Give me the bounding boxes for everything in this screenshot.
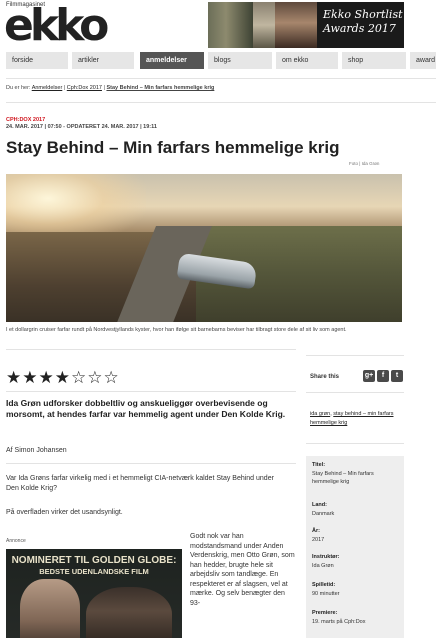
ad-label: Annonce bbox=[6, 538, 26, 544]
divider bbox=[6, 102, 436, 103]
twitter-icon[interactable]: t bbox=[391, 370, 403, 382]
ad-photo-person bbox=[20, 579, 80, 638]
nav-item-award[interactable]: award bbox=[410, 52, 436, 69]
fact-label: Titel: bbox=[312, 462, 326, 468]
article-dateline: 24. MAR. 2017 | 07:50 - OPDATERET 24. MA… bbox=[6, 124, 157, 130]
divider bbox=[6, 349, 296, 350]
article-lead: Ida Grøn udforsker dobbeltliv og anskuel… bbox=[6, 398, 286, 419]
banner-photo-mask bbox=[275, 2, 317, 48]
breadcrumb-separator: | bbox=[63, 85, 66, 91]
google-plus-icon[interactable]: g+ bbox=[363, 370, 375, 382]
advertisement[interactable]: NOMINERET TIL GOLDEN GLOBE: BEDSTE UDENL… bbox=[6, 549, 182, 638]
ad-photo-person bbox=[86, 587, 172, 638]
article-paragraph: Godt nok var han modstandsmand under And… bbox=[190, 533, 295, 607]
article-author: Af Simon Johansen bbox=[6, 447, 67, 454]
fact-value: Danmark bbox=[312, 511, 335, 517]
fact-label: Spilletid: bbox=[312, 582, 336, 588]
fact-label: År: bbox=[312, 528, 320, 534]
breadcrumb-cphdox[interactable]: Cph:Dox 2017 bbox=[67, 85, 102, 91]
nav-item-artikler[interactable]: artikler bbox=[72, 52, 134, 69]
film-facts-box: Titel: Stay Behind – Min farfars hemmeli… bbox=[306, 456, 404, 638]
breadcrumb: Du er her: Anmeldelser | Cph:Dox 2017 | … bbox=[6, 85, 214, 91]
divider bbox=[6, 391, 296, 392]
article-title: Stay Behind – Min farfars hemmelige krig bbox=[6, 138, 340, 157]
article-paragraph: På overfladen virker det usandsynligt. bbox=[6, 509, 123, 516]
breadcrumb-anmeldelser[interactable]: Anmeldelser bbox=[32, 85, 63, 91]
logo-wordmark: ekko bbox=[4, 0, 109, 51]
share-label: Share this bbox=[310, 374, 340, 380]
fact-value: 19. marts på Cph:Dox bbox=[312, 619, 366, 625]
fact-value: Stay Behind – Min farfars hemmelige krig bbox=[312, 471, 374, 485]
facebook-icon[interactable]: f bbox=[377, 370, 389, 382]
breadcrumb-current[interactable]: Stay Behind – Min farfars hemmelige krig bbox=[106, 85, 214, 91]
fact-label: Instruktør: bbox=[312, 554, 340, 560]
banner-title: Ekko Shortlist Awards 2017 bbox=[323, 8, 403, 35]
ad-subline: BEDSTE UDENLANDSKE FILM bbox=[39, 567, 149, 576]
main-nav: forside artikler anmeldelser blogs om ek… bbox=[0, 52, 436, 69]
fact-label: Premiere: bbox=[312, 610, 338, 616]
photo-credit: Foto | Ida Grøn bbox=[349, 161, 380, 166]
ad-headline: NOMINERET TIL GOLDEN GLOBE: bbox=[11, 555, 177, 566]
photo-caption: I et dollargrin cruiser farfar rundt på … bbox=[6, 327, 347, 333]
fact-label: Land: bbox=[312, 502, 327, 508]
divider bbox=[306, 355, 404, 356]
nav-item-anmeldelser[interactable]: anmeldelser bbox=[140, 52, 204, 69]
nav-item-om-ekko[interactable]: om ekko bbox=[276, 52, 338, 69]
site-header: Filmmagasinet ekko Ekko Shortlist Awards… bbox=[0, 0, 436, 48]
shortlist-awards-banner[interactable]: Ekko Shortlist Awards 2017 bbox=[208, 2, 404, 48]
fact-value: 2017 bbox=[312, 537, 325, 543]
ekko-logo[interactable]: Filmmagasinet ekko bbox=[4, 0, 128, 51]
divider bbox=[6, 463, 296, 464]
article-paragraph: Var Ida Grøns farfar virkelig med i et h… bbox=[6, 475, 274, 492]
tag-list: ida grøn, stay behind – min farfars hemm… bbox=[310, 411, 394, 426]
divider bbox=[6, 78, 436, 79]
star-rating: ★★★★☆☆☆ bbox=[6, 368, 120, 387]
divider bbox=[306, 443, 404, 444]
divider bbox=[306, 392, 404, 393]
breadcrumb-separator: | bbox=[103, 85, 105, 91]
banner-photo-forest bbox=[208, 2, 253, 48]
fact-value: Ida Grøn bbox=[312, 563, 334, 569]
article-kicker[interactable]: CPH:DOX 2017 bbox=[6, 117, 45, 123]
breadcrumb-prefix: Du er her: bbox=[6, 85, 31, 91]
hero-photo bbox=[6, 174, 402, 322]
nav-item-shop[interactable]: shop bbox=[342, 52, 406, 69]
nav-item-forside[interactable]: forside bbox=[6, 52, 68, 69]
fact-value: 90 minutter bbox=[312, 591, 340, 597]
banner-photo-figure bbox=[253, 2, 275, 48]
tag-link[interactable]: ida grøn bbox=[310, 411, 330, 417]
nav-item-blogs[interactable]: blogs bbox=[208, 52, 272, 69]
